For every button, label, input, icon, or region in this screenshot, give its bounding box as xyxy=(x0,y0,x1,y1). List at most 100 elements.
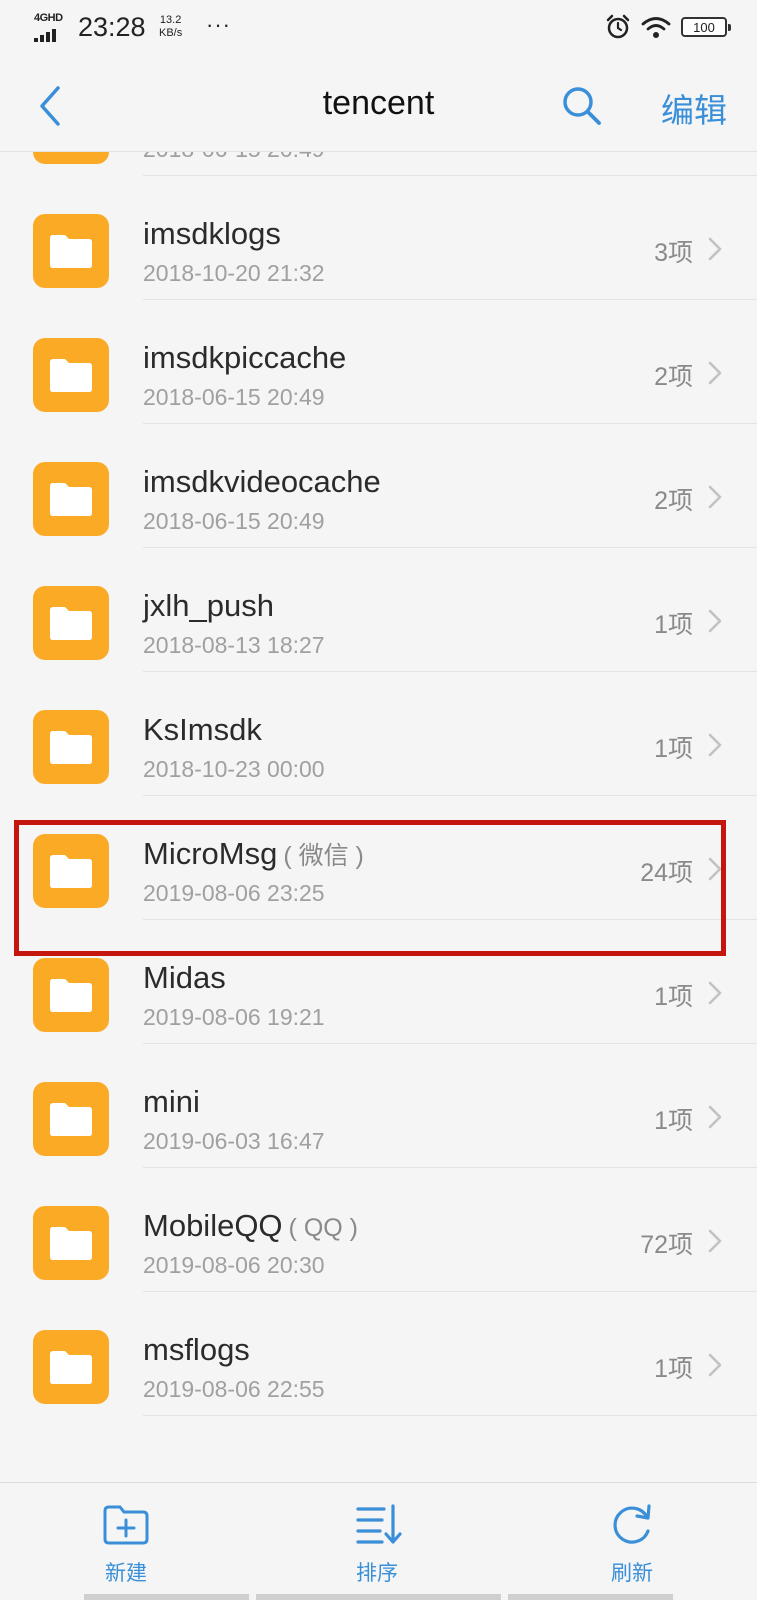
folder-alias: ( QQ ) xyxy=(288,1214,358,1242)
folder-icon xyxy=(33,338,109,412)
search-icon xyxy=(563,87,601,125)
refresh-icon xyxy=(613,1504,651,1544)
alarm-icon xyxy=(606,14,630,39)
chevron-right-icon xyxy=(708,485,722,509)
folder-row[interactable]: 2018-06-15 20:492项 xyxy=(0,152,757,176)
folder-item-count: 1项 xyxy=(654,611,693,639)
folder-name: imsdkpiccache xyxy=(143,340,352,376)
folder-name: imsdkvideocache xyxy=(143,464,387,500)
folder-date: 2018-06-15 20:49 xyxy=(143,152,325,163)
folder-name-text: Midas xyxy=(143,960,226,995)
nav-hint-bar xyxy=(508,1594,673,1600)
folder-icon xyxy=(33,152,109,164)
title-bar: tencent 编辑 xyxy=(0,60,757,152)
status-bar: 4GHD 23:28 13.2 KB/s ··· 100 xyxy=(0,0,757,60)
folder-date: 2019-08-06 19:21 xyxy=(143,1004,325,1030)
folder-item-count: 24项 xyxy=(640,859,693,887)
folder-list[interactable]: 2018-06-15 20:492项imsdklogs2018-10-20 21… xyxy=(0,152,757,1482)
folder-item-count: 2项 xyxy=(654,487,693,515)
folder-icon xyxy=(33,958,109,1032)
sort-icon xyxy=(356,1504,402,1544)
folder-name-text: msflogs xyxy=(143,1332,250,1367)
folder-date: 2018-10-23 00:00 xyxy=(143,756,325,782)
folder-item-count: 1项 xyxy=(654,1107,693,1135)
network-speed-unit: KB/s xyxy=(159,27,183,39)
folder-alias: ( 微信 ) xyxy=(283,842,364,870)
chevron-right-icon xyxy=(708,857,722,881)
refresh-button[interactable]: 刷新 xyxy=(572,1501,692,1587)
nav-hint-bar xyxy=(256,1594,501,1600)
folder-icon xyxy=(33,710,109,784)
refresh-label: 刷新 xyxy=(611,1562,653,1585)
chevron-right-icon xyxy=(708,361,722,385)
folder-name: msflogs xyxy=(143,1332,256,1368)
chevron-right-icon xyxy=(708,1105,722,1129)
folder-name-text: imsdklogs xyxy=(143,216,281,251)
edit-button[interactable]: 编辑 xyxy=(661,84,727,132)
folder-name-text: KsImsdk xyxy=(143,712,262,747)
sort-label: 排序 xyxy=(356,1562,398,1585)
folder-icon xyxy=(33,462,109,536)
search-button[interactable] xyxy=(558,80,606,132)
status-time: 23:28 xyxy=(78,12,146,42)
network-type: 4GHD xyxy=(34,12,63,24)
bottom-toolbar: 新建 排序 刷新 xyxy=(0,1482,757,1600)
folder-row[interactable]: imsdklogs 2018-10-20 21:32 3项 xyxy=(0,176,757,300)
folder-name: Midas xyxy=(143,960,232,996)
folder-name: jxlh_push xyxy=(143,588,280,624)
more-notifications-icon: ··· xyxy=(206,12,231,37)
folder-date: 2019-08-06 20:30 xyxy=(143,1252,325,1278)
folder-item-count: 2项 xyxy=(654,363,693,391)
chevron-right-icon xyxy=(708,1229,722,1253)
signal-indicator: 4GHD xyxy=(34,12,70,44)
chevron-right-icon xyxy=(708,237,722,261)
new-folder-label: 新建 xyxy=(105,1562,147,1585)
folder-item-count: 1项 xyxy=(654,735,693,763)
folder-row[interactable]: Midas 2019-08-06 19:21 1项 xyxy=(0,920,757,1044)
network-speed: 13.2 KB/s xyxy=(159,14,182,40)
signal-bars-icon xyxy=(34,28,56,42)
folder-name-text: mini xyxy=(143,1084,200,1119)
folder-row[interactable]: KsImsdk 2018-10-23 00:00 1项 xyxy=(0,672,757,796)
folder-date: 2018-06-15 20:49 xyxy=(143,508,325,534)
network-speed-value: 13.2 xyxy=(159,14,182,26)
folder-date: 2018-10-20 21:32 xyxy=(143,260,325,286)
folder-row[interactable]: jxlh_push 2018-08-13 18:27 1项 xyxy=(0,548,757,672)
folder-name-text: MobileQQ xyxy=(143,1208,283,1243)
page-title: tencent xyxy=(322,84,435,122)
chevron-right-icon xyxy=(708,733,722,757)
folder-name-text: imsdkpiccache xyxy=(143,340,347,375)
chevron-right-icon xyxy=(708,981,722,1005)
folder-row[interactable]: mini 2019-06-03 16:47 1项 xyxy=(0,1044,757,1168)
folder-item-count: 3项 xyxy=(654,239,693,267)
folder-row[interactable]: msflogs 2019-08-06 22:55 1项 xyxy=(0,1292,757,1416)
folder-icon xyxy=(33,834,109,908)
wifi-icon xyxy=(641,17,671,38)
folder-icon xyxy=(33,214,109,288)
folder-name: mini xyxy=(143,1084,206,1120)
folder-name: KsImsdk xyxy=(143,712,268,748)
folder-date: 2019-06-03 16:47 xyxy=(143,1128,325,1154)
sort-button[interactable]: 排序 xyxy=(317,1501,437,1587)
folder-name: imsdklogs xyxy=(143,216,287,252)
folder-row[interactable]: imsdkpiccache 2018-06-15 20:49 2项 xyxy=(0,300,757,424)
chevron-right-icon xyxy=(708,609,722,633)
folder-row[interactable]: imsdkvideocache 2018-06-15 20:49 2项 xyxy=(0,424,757,548)
folder-date: 2018-08-13 18:27 xyxy=(143,632,325,658)
folder-date: 2019-08-06 22:55 xyxy=(143,1376,325,1402)
row-divider xyxy=(143,1415,757,1416)
folder-icon xyxy=(33,1330,109,1404)
folder-name-text: MicroMsg xyxy=(143,836,278,871)
new-folder-button[interactable]: 新建 xyxy=(66,1501,186,1587)
nav-hint-bar xyxy=(84,1594,249,1600)
folder-row[interactable]: MicroMsg( 微信 ) 2019-08-06 23:25 24项 xyxy=(0,796,757,920)
folder-item-count: 1项 xyxy=(654,1355,693,1383)
folder-date: 2018-06-15 20:49 xyxy=(143,384,325,410)
folder-name-text: jxlh_push xyxy=(143,588,274,623)
folder-name: MicroMsg( 微信 ) xyxy=(143,836,364,872)
folder-icon xyxy=(33,1206,109,1280)
folder-name-text: imsdkvideocache xyxy=(143,464,381,499)
battery-level: 100 xyxy=(693,19,715,35)
folder-item-count: 1项 xyxy=(654,983,693,1011)
folder-row[interactable]: MobileQQ( QQ ) 2019-08-06 20:30 72项 xyxy=(0,1168,757,1292)
